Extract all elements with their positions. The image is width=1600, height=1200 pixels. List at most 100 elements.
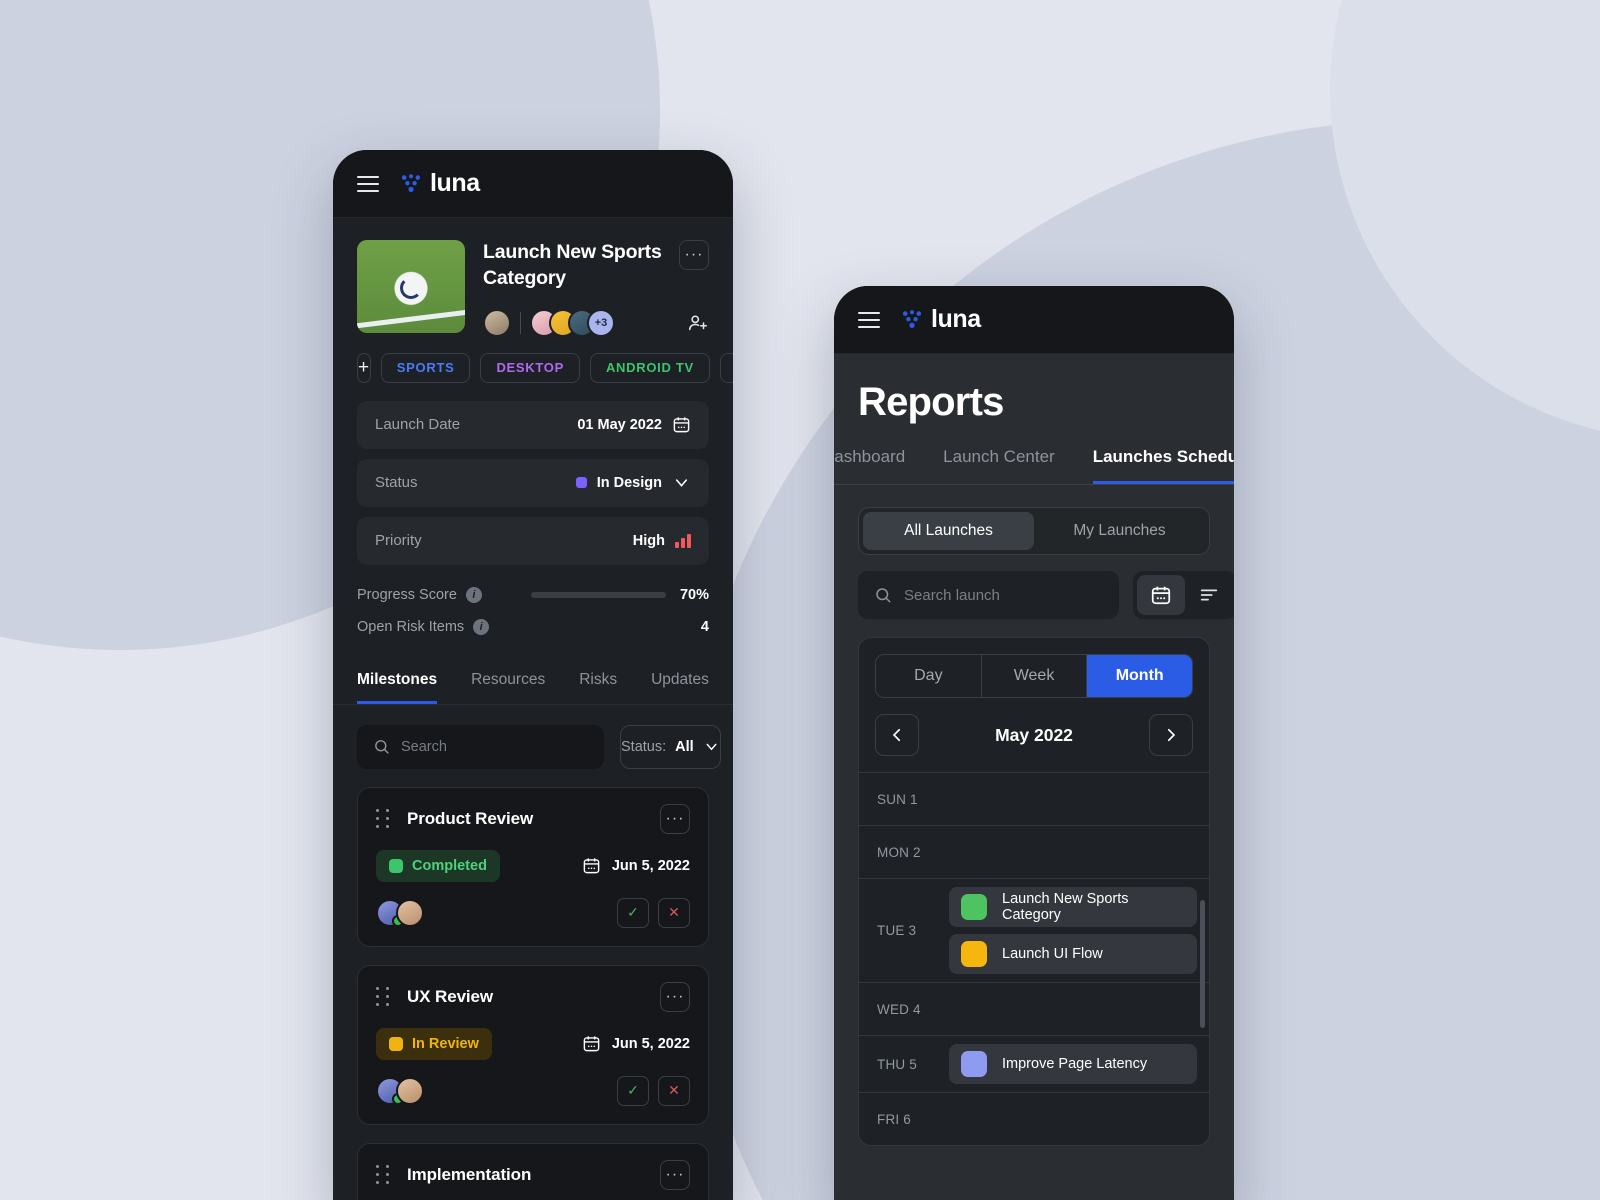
hamburger-icon[interactable] [858, 311, 880, 328]
priority-bars-icon [675, 533, 691, 548]
calendar-scrollbar[interactable] [1200, 900, 1205, 1028]
segment-month[interactable]: Month [1087, 655, 1192, 697]
milestone-more-button[interactable]: ··· [660, 1159, 690, 1190]
tag-desktop[interactable]: DESKTOP [480, 352, 580, 383]
tab-resources[interactable]: Resources [471, 657, 545, 704]
avatar-divider [520, 311, 521, 334]
milestone-card[interactable]: Implementation ··· Not Started Jun [357, 1142, 709, 1200]
drag-handle-icon[interactable] [376, 987, 389, 1007]
day-label: FRI 6 [877, 1111, 912, 1127]
segment-my-launches[interactable]: My Launches [1034, 512, 1205, 550]
priority-value: High [632, 532, 665, 549]
list-view-icon[interactable] [1185, 575, 1233, 615]
tab-milestones[interactable]: Milestones [357, 657, 438, 704]
calendar-day-row[interactable]: THU 5 Improve Page Latency [859, 1035, 1209, 1092]
status-filter-select[interactable]: Status: All [620, 724, 721, 769]
tab-launch-center[interactable]: Launch Center [943, 447, 1055, 484]
assignee-group[interactable] [376, 898, 424, 927]
drag-handle-icon[interactable] [376, 1165, 389, 1185]
search-icon [876, 588, 891, 603]
info-icon[interactable]: i [465, 586, 482, 603]
search-box[interactable] [858, 571, 1119, 619]
calendar-day-row[interactable]: TUE 3 Launch New Sports Category Launch … [859, 878, 1209, 982]
add-tag-button[interactable]: + [357, 352, 371, 383]
brand-text: luna [931, 305, 981, 333]
add-person-icon[interactable] [687, 312, 709, 334]
page-title: Reports [858, 380, 1004, 424]
status-filter-label: Status: [621, 738, 667, 755]
previous-month-button[interactable] [875, 714, 919, 756]
search-box[interactable] [357, 724, 604, 769]
status-badge[interactable]: Completed [376, 849, 500, 882]
calendar-event[interactable]: Launch UI Flow [949, 934, 1197, 974]
milestone-more-button[interactable]: ··· [660, 803, 690, 834]
calendar-icon [583, 858, 600, 874]
project-metrics: Progress Score i 70% Open Risk Items i 4 [333, 565, 733, 643]
day-label: WED 4 [877, 1001, 921, 1017]
milestone-title: Product Review [407, 808, 534, 828]
left-appbar: luna [333, 150, 733, 218]
project-header: Launch New Sports Category ··· +3 [333, 218, 733, 337]
search-input[interactable] [401, 738, 588, 755]
drag-handle-icon[interactable] [376, 809, 389, 829]
tab-launches-schedule[interactable]: Launches Schedule [1092, 447, 1234, 484]
calendar-icon [673, 417, 690, 433]
tag-sports[interactable]: SPORTS [380, 352, 471, 383]
avatar[interactable] [396, 1076, 424, 1105]
milestone-title: Implementation [407, 1164, 532, 1184]
tag-disco[interactable]: DISCO [719, 352, 733, 383]
reject-button[interactable]: ✕ [658, 1075, 690, 1106]
project-more-button[interactable]: ··· [679, 240, 709, 270]
calendar-day-row[interactable]: WED 4 [859, 982, 1209, 1035]
status-value: In Design [596, 474, 662, 491]
tab-updates[interactable]: Updates [651, 657, 709, 704]
tab-risks[interactable]: Risks [579, 657, 617, 704]
launch-date-value: 01 May 2022 [577, 416, 662, 433]
brand-logo[interactable]: luna [900, 305, 981, 334]
calendar-day-row[interactable]: FRI 6 [859, 1092, 1209, 1145]
event-title: Launch New Sports Category [1002, 891, 1129, 923]
priority-row[interactable]: Priority High [357, 516, 709, 565]
event-color-swatch [961, 1051, 987, 1077]
avatar[interactable] [483, 308, 511, 337]
approve-button[interactable]: ✓ [617, 1075, 649, 1106]
project-tabs: Milestones Resources Risks Updates Deci [333, 657, 733, 705]
hamburger-icon[interactable] [357, 175, 379, 192]
segment-all-launches[interactable]: All Launches [863, 512, 1034, 550]
calendar-day-row[interactable]: MON 2 [859, 825, 1209, 878]
launch-date-row[interactable]: Launch Date 01 May 2022 [357, 400, 709, 449]
assignee-group[interactable] [376, 1076, 424, 1105]
tag-android-tv[interactable]: ANDROID TV [589, 352, 710, 383]
search-input[interactable] [904, 586, 1103, 604]
calendar-day-row[interactable]: SUN 1 [859, 772, 1209, 825]
status-badge[interactable]: In Review [376, 1027, 492, 1060]
approve-button[interactable]: ✓ [617, 897, 649, 928]
avatar[interactable] [396, 898, 424, 927]
status-badge-label: Completed [412, 857, 487, 874]
day-label: SUN 1 [877, 791, 918, 807]
milestone-date: Jun 5, 2022 [582, 856, 690, 875]
page-title: Launch New Sports Category [483, 241, 662, 289]
info-icon[interactable]: i [473, 618, 490, 635]
event-color-swatch [961, 894, 987, 920]
phone-reports: luna Reports Dashboard Launch Center Lau… [834, 286, 1234, 1200]
calendar-event[interactable]: Launch New Sports Category [949, 887, 1197, 927]
milestone-more-button[interactable]: ··· [660, 981, 690, 1012]
segment-day[interactable]: Day [876, 655, 982, 697]
tab-dashboard[interactable]: Dashboard [834, 447, 905, 484]
next-month-button[interactable] [1149, 714, 1193, 756]
avatar-overflow-badge[interactable]: +3 [587, 308, 615, 337]
day-label: THU 5 [877, 1056, 918, 1072]
milestone-title: UX Review [407, 986, 494, 1006]
milestone-card[interactable]: Product Review ··· Completed Jun 5, 2022… [357, 786, 709, 947]
avatar-group[interactable]: +3 [483, 308, 615, 337]
reports-tabs: Dashboard Launch Center Launches Schedul… [834, 447, 1234, 485]
brand-logo[interactable]: luna [399, 169, 480, 198]
open-risk-items-row: Open Risk Items i 4 [357, 611, 709, 643]
status-row[interactable]: Status In Design [357, 458, 709, 507]
milestone-card[interactable]: UX Review ··· In Review Jun 5, 2022 ✓ ✕ [357, 964, 709, 1125]
reject-button[interactable]: ✕ [658, 897, 690, 928]
calendar-view-icon[interactable] [1137, 575, 1185, 615]
segment-week[interactable]: Week [982, 655, 1088, 697]
calendar-event[interactable]: Improve Page Latency [949, 1044, 1197, 1084]
